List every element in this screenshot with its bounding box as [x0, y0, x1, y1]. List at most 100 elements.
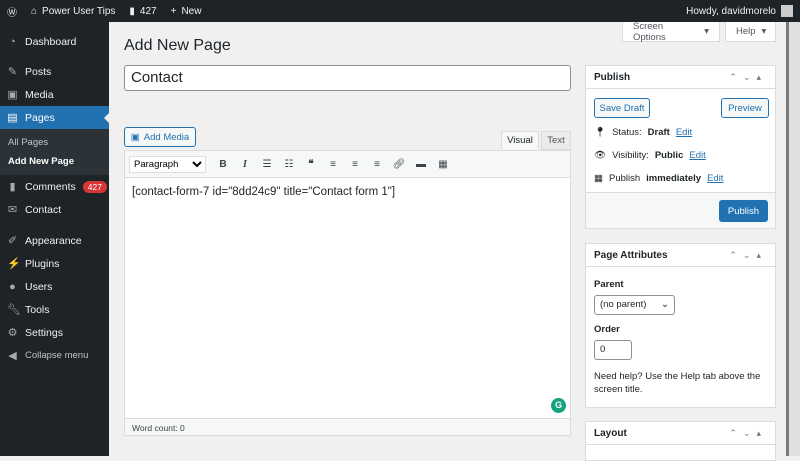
menu-label: Posts	[25, 65, 52, 78]
order-label: Order	[594, 324, 620, 335]
format-select[interactable]: Paragraph	[129, 155, 206, 173]
plugin-icon: ⚡	[7, 258, 21, 270]
menu-pages[interactable]: ▤ Pages	[0, 106, 109, 129]
comment-icon: ▮	[9, 181, 16, 193]
menu-label: Pages	[25, 111, 55, 124]
numbered-list-icon[interactable]: ☷	[278, 159, 300, 170]
pin-icon: ✎	[7, 66, 18, 78]
site-link[interactable]: ⌂ Power User Tips	[24, 0, 122, 22]
visibility-row: 👁︎ Visibility: Public Edit	[586, 144, 775, 167]
new-link[interactable]: + New	[164, 0, 209, 22]
title-input[interactable]: Contact	[124, 65, 571, 91]
new-label: New	[181, 5, 202, 17]
parent-select[interactable]: (no parent) ⌄	[594, 295, 675, 315]
comment-count: 427	[139, 5, 157, 17]
schedule-row: ▦ Publish immediately Edit	[586, 167, 775, 190]
page-title: Add New Page	[124, 37, 231, 54]
bullet-list-icon[interactable]: ☰	[256, 159, 278, 170]
calendar-icon: ▦	[594, 173, 603, 184]
menu-label: Media	[25, 88, 54, 101]
edit-schedule-link[interactable]: Edit	[707, 173, 723, 184]
read-more-icon[interactable]: ▬	[410, 159, 432, 170]
menu-label: Plugins	[25, 257, 60, 270]
bold-icon[interactable]: B	[212, 159, 234, 170]
box-controls-icon[interactable]: ⌃⌄▴	[729, 428, 767, 439]
blockquote-icon[interactable]: ❝	[300, 159, 322, 170]
edit-visibility-link[interactable]: Edit	[689, 150, 705, 161]
home-icon: ⌂	[31, 5, 38, 17]
account-menu[interactable]: Howdy, davidmorelo	[679, 0, 800, 22]
menu-users[interactable]: ● Users	[0, 275, 109, 298]
scrollbar[interactable]	[786, 22, 800, 456]
media-icon: ▣	[130, 131, 140, 143]
add-media-button[interactable]: ▣ Add Media	[124, 127, 196, 147]
wrench-icon: 🔧︎	[7, 304, 21, 316]
pages-submenu: All Pages Add New Page	[0, 129, 109, 175]
order-input[interactable]: 0	[594, 340, 632, 360]
plus-icon: +	[170, 5, 177, 17]
preview-button[interactable]: Preview	[721, 98, 769, 118]
menu-posts[interactable]: ✎ Posts	[0, 60, 109, 83]
menu-media[interactable]: ▣ Media	[0, 83, 109, 106]
screen-options-button[interactable]: Screen Options ▾	[622, 21, 720, 43]
submenu-add-new-page[interactable]: Add New Page	[0, 152, 109, 171]
help-button[interactable]: Help ▾	[725, 22, 776, 42]
admin-menu: ◔ Dashboard ✎ Posts ▣ Media ▤ Pages All Page…	[0, 22, 109, 456]
tab-text[interactable]: Text	[541, 131, 571, 150]
grammarly-icon[interactable]: G	[551, 398, 566, 413]
align-right-icon[interactable]: ≡	[366, 159, 388, 170]
publish-actions: Publish	[586, 192, 775, 228]
parent-label: Parent	[594, 279, 624, 290]
editor-content[interactable]: [contact-form-7 id="8dd24c9" title="Cont…	[125, 178, 570, 206]
menu-dashboard[interactable]: ◔ Dashboard	[0, 30, 109, 53]
pages-icon: ▤	[7, 112, 18, 124]
edit-status-link[interactable]: Edit	[676, 127, 692, 138]
user-icon: ●	[9, 280, 16, 293]
mail-icon: ✉	[7, 204, 18, 216]
parent-value: (no parent)	[600, 299, 647, 310]
link-icon[interactable]: 🔗︎	[388, 159, 410, 170]
collapse-menu[interactable]: ◀ Collapse menu	[0, 344, 109, 367]
howdy-text: Howdy, davidmorelo	[686, 5, 776, 17]
visibility-label: Visibility:	[612, 150, 649, 161]
status-row: 📍︎ Status: Draft Edit	[586, 121, 775, 144]
publish-button[interactable]: Publish	[719, 200, 768, 222]
help-text: Need help? Use the Help tab above the sc…	[594, 371, 761, 395]
status-label: Status:	[612, 127, 642, 138]
visibility-value: Public	[654, 150, 684, 161]
save-draft-button[interactable]: Save Draft	[594, 98, 650, 118]
menu-label: Appearance	[25, 234, 82, 247]
brush-icon: ✐	[7, 235, 18, 247]
submenu-all-pages[interactable]: All Pages	[0, 133, 109, 152]
settings-icon: ⚙	[7, 327, 18, 339]
menu-tools[interactable]: 🔧︎ Tools	[0, 298, 109, 321]
comment-icon: ▮	[129, 5, 135, 17]
comments-link[interactable]: ▮ 427	[122, 0, 163, 22]
media-icon: ▣	[7, 89, 18, 101]
menu-label: Dashboard	[25, 35, 77, 48]
eye-icon: 👁︎	[594, 150, 607, 161]
menu-label: Comments	[25, 180, 76, 193]
menu-comments[interactable]: ▮ Comments 427	[0, 175, 109, 198]
collapse-icon: ◀	[8, 350, 17, 362]
italic-icon[interactable]: I	[234, 159, 256, 170]
align-left-icon[interactable]: ≡	[322, 159, 344, 170]
dashboard-icon: ◔	[9, 35, 16, 48]
caret-down-icon: ▾	[704, 26, 709, 37]
toolbar-toggle-icon[interactable]: ▦	[432, 159, 454, 170]
menu-label: Collapse menu	[25, 350, 89, 361]
menu-appearance[interactable]: ✐ Appearance	[0, 229, 109, 252]
menu-contact[interactable]: ✉ Contact	[0, 198, 109, 221]
box-controls-icon[interactable]: ⌃⌄▴	[729, 250, 767, 261]
menu-settings[interactable]: ⚙ Settings	[0, 321, 109, 344]
layout-heading: Layout	[594, 427, 627, 439]
menu-label: Tools	[25, 303, 50, 316]
tab-visual[interactable]: Visual	[501, 131, 539, 150]
menu-label: Contact	[25, 203, 62, 216]
attributes-heading: Page Attributes	[594, 249, 668, 261]
align-center-icon[interactable]: ≡	[344, 159, 366, 170]
menu-plugins[interactable]: ⚡ Plugins	[0, 252, 109, 275]
box-controls-icon[interactable]: ⌃⌄▴	[729, 72, 767, 83]
wordpress-logo-icon[interactable]: Ⓦ	[0, 0, 24, 22]
help-label: Help	[736, 26, 756, 37]
